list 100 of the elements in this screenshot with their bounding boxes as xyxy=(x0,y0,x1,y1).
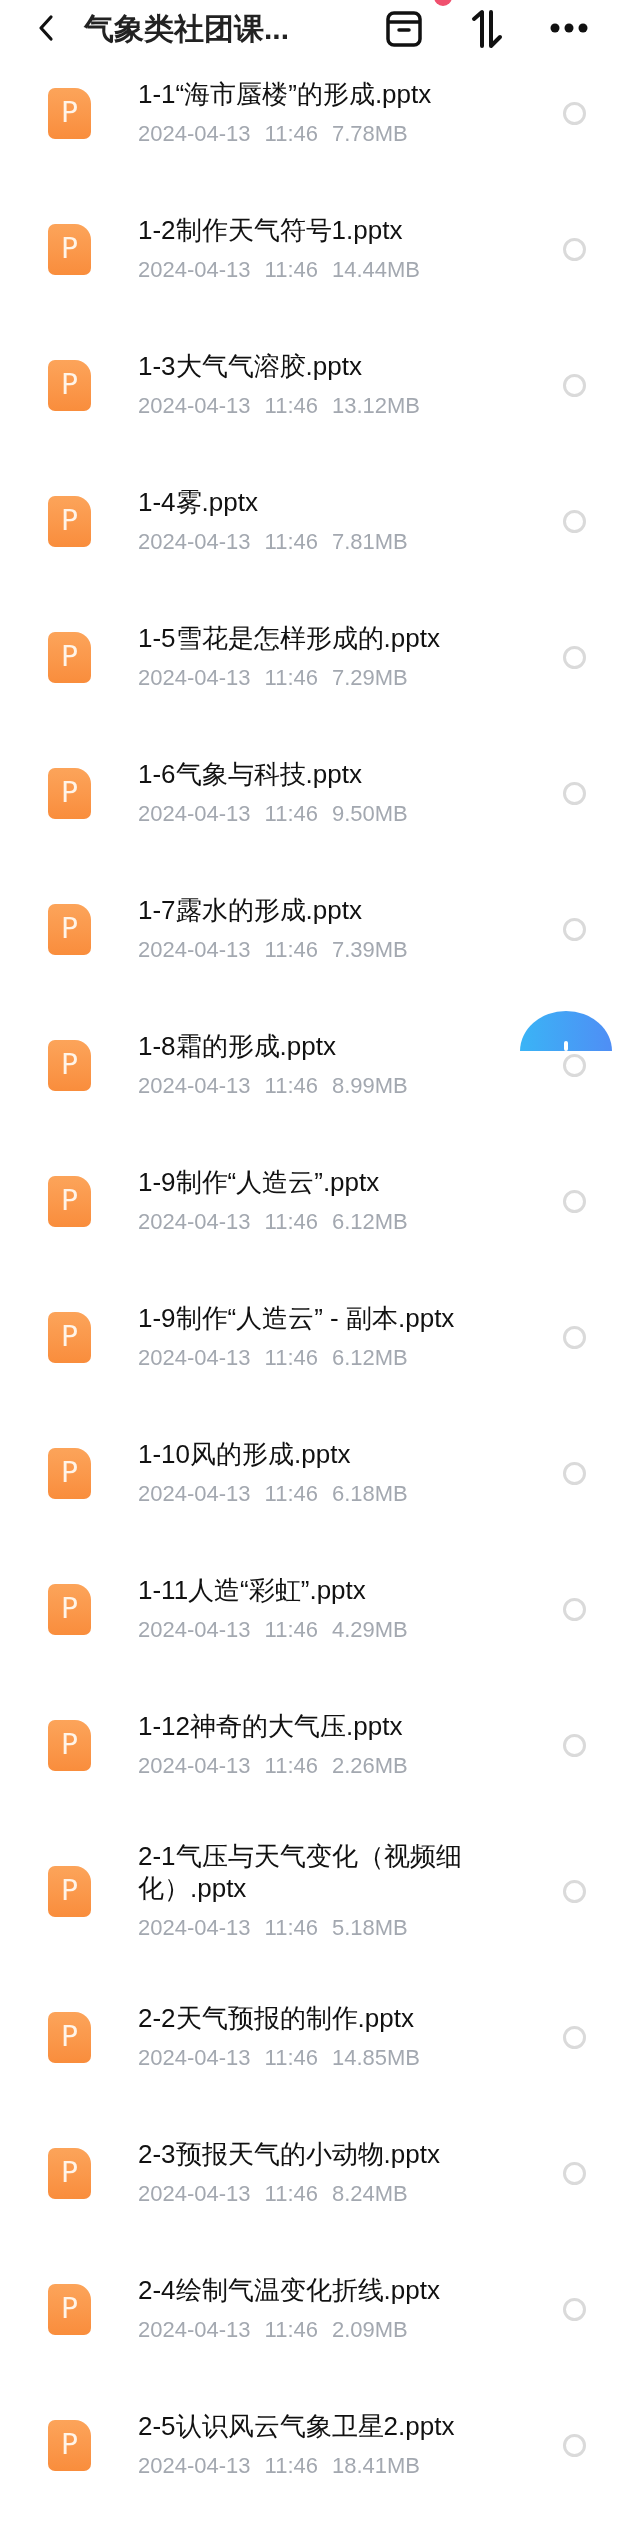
file-time: 11:46 xyxy=(264,800,318,828)
file-size: 7.78MB xyxy=(331,120,408,148)
select-radio[interactable] xyxy=(563,1733,586,1757)
file-time: 11:46 xyxy=(264,2044,318,2072)
file-time: 11:46 xyxy=(264,120,318,148)
file-time: 11:46 xyxy=(264,1616,318,1644)
archive-icon[interactable] xyxy=(385,10,423,48)
select-radio[interactable] xyxy=(563,1325,586,1349)
file-name: 1-12神奇的大气压.pptx xyxy=(138,1710,404,1742)
file-date: 2024-04-13 xyxy=(138,1616,251,1644)
file-size: 6.12MB xyxy=(331,1208,408,1236)
file-size: 2.26MB xyxy=(331,1752,408,1780)
select-radio[interactable] xyxy=(563,509,586,533)
select-radio[interactable] xyxy=(563,2433,586,2457)
file-time: 11:46 xyxy=(264,528,318,556)
more-icon[interactable] xyxy=(550,23,588,33)
pptx-file-icon: P xyxy=(48,2283,91,2335)
add-button[interactable] xyxy=(520,1011,612,1051)
file-row[interactable]: P 1-9制作“人造云”.pptx 2024-04-13 11:46 6.12MB xyxy=(0,1133,640,1269)
file-row[interactable]: P 1-2制作天气符号1.pptx 2024-04-13 11:46 14.44MB xyxy=(0,181,640,317)
pptx-file-icon: P xyxy=(48,1583,91,1635)
file-date: 2024-04-13 xyxy=(138,1072,251,1100)
pptx-file-icon: P xyxy=(48,2011,91,2063)
file-size: 7.81MB xyxy=(331,528,408,556)
file-time: 11:46 xyxy=(264,1344,318,1372)
file-name: 1-9制作“人造云”.pptx xyxy=(138,1166,381,1198)
file-row[interactable]: P 1-5雪花是怎样形成的.pptx 2024-04-13 11:46 7.29MB xyxy=(0,589,640,725)
file-size: 2.09MB xyxy=(331,2316,408,2344)
select-radio[interactable] xyxy=(563,2297,586,2321)
file-time: 11:46 xyxy=(264,1480,318,1508)
file-size: 13.12MB xyxy=(331,392,421,420)
file-date: 2024-04-13 xyxy=(138,800,251,828)
file-time: 11:46 xyxy=(264,256,318,284)
file-time: 11:46 xyxy=(264,664,318,692)
file-row[interactable]: P 1-3大气气溶胶.pptx 2024-04-13 11:46 13.12MB xyxy=(0,317,640,453)
file-name: 1-10风的形成.pptx xyxy=(138,1438,352,1470)
file-name: 1-11人造“彩虹”.pptx xyxy=(138,1574,367,1606)
file-row[interactable]: P 1-7露水的形成.pptx 2024-04-13 11:46 7.39MB xyxy=(0,861,640,997)
file-name: 2-3预报天气的小动物.pptx xyxy=(138,2138,441,2170)
select-radio[interactable] xyxy=(563,2161,586,2185)
file-row[interactable]: P 1-6气象与科技.pptx 2024-04-13 11:46 9.50MB xyxy=(0,725,640,861)
file-size: 14.85MB xyxy=(331,2044,421,2072)
file-size: 6.12MB xyxy=(331,1344,408,1372)
file-date: 2024-04-13 xyxy=(138,1914,251,1942)
select-radio[interactable] xyxy=(563,645,586,669)
file-size: 7.29MB xyxy=(331,664,408,692)
file-size: 8.99MB xyxy=(331,1072,408,1100)
back-icon[interactable] xyxy=(38,14,54,42)
file-row[interactable]: P 1-10风的形成.pptx 2024-04-13 11:46 6.18MB xyxy=(0,1405,640,1541)
sort-icon[interactable] xyxy=(470,9,504,49)
pptx-file-icon: P xyxy=(48,631,91,683)
select-radio[interactable] xyxy=(563,781,586,805)
file-name: 1-2制作天气符号1.pptx xyxy=(138,214,404,246)
select-radio[interactable] xyxy=(563,1597,586,1621)
pptx-file-icon: P xyxy=(48,87,91,139)
file-date: 2024-04-13 xyxy=(138,256,251,284)
file-row[interactable]: P 1-9制作“人造云” - 副本.pptx 2024-04-13 11:46 6.12MB xyxy=(0,1269,640,1405)
file-name: 1-1“海市蜃楼”的形成.pptx xyxy=(138,78,433,110)
file-row[interactable]: P 2-1气压与天气变化（视频细化）.pptx 2024-04-13 11:46 5.18MB xyxy=(0,1813,640,1969)
file-row[interactable]: P 2-4绘制气温变化折线.pptx 2024-04-13 11:46 2.09MB xyxy=(0,2241,640,2377)
file-date: 2024-04-13 xyxy=(138,664,251,692)
select-radio[interactable] xyxy=(563,2025,586,2049)
file-size: 4.29MB xyxy=(331,1616,408,1644)
file-row[interactable]: P 2-5认识风云气象卫星2.pptx 2024-04-13 11:46 18.41MB xyxy=(0,2377,640,2513)
file-name: 1-6气象与科技.pptx xyxy=(138,758,363,790)
file-row[interactable]: P 1-11人造“彩虹”.pptx 2024-04-13 11:46 4.29MB xyxy=(0,1541,640,1677)
file-row[interactable]: P 1-4雾.pptx 2024-04-13 11:46 7.81MB xyxy=(0,453,640,589)
select-radio[interactable] xyxy=(563,237,586,261)
file-date: 2024-04-13 xyxy=(138,1344,251,1372)
file-size: 8.24MB xyxy=(331,2180,408,2208)
file-name: 2-2天气预报的制作.pptx xyxy=(138,2002,415,2034)
file-date: 2024-04-13 xyxy=(138,120,251,148)
file-time: 11:46 xyxy=(264,2180,318,2208)
select-radio[interactable] xyxy=(563,917,586,941)
file-size: 18.41MB xyxy=(331,2452,421,2480)
pptx-file-icon: P xyxy=(48,1039,91,1091)
pptx-file-icon: P xyxy=(48,2419,91,2471)
file-name: 2-5认识风云气象卫星2.pptx xyxy=(138,2410,456,2442)
pptx-file-icon: P xyxy=(48,359,91,411)
pptx-file-icon: P xyxy=(48,1175,91,1227)
file-row[interactable]: P 2-3预报天气的小动物.pptx 2024-04-13 11:46 8.24MB xyxy=(0,2105,640,2241)
file-row[interactable]: P 1-12神奇的大气压.pptx 2024-04-13 11:46 2.26MB xyxy=(0,1677,640,1813)
file-size: 7.39MB xyxy=(331,936,408,964)
select-radio[interactable] xyxy=(563,1461,586,1485)
file-row[interactable]: P 2-2天气预报的制作.pptx 2024-04-13 11:46 14.85MB xyxy=(0,1969,640,2105)
select-radio[interactable] xyxy=(563,1189,586,1213)
file-date: 2024-04-13 xyxy=(138,936,251,964)
file-row[interactable]: P 1-1“海市蜃楼”的形成.pptx 2024-04-13 11:46 7.78MB xyxy=(0,56,640,181)
file-date: 2024-04-13 xyxy=(138,1752,251,1780)
select-radio[interactable] xyxy=(563,1879,586,1903)
select-radio[interactable] xyxy=(563,373,586,397)
file-time: 11:46 xyxy=(264,936,318,964)
select-radio[interactable] xyxy=(563,101,586,125)
file-date: 2024-04-13 xyxy=(138,1208,251,1236)
file-date: 2024-04-13 xyxy=(138,2316,251,2344)
file-name: 1-4雾.pptx xyxy=(138,486,259,518)
file-time: 11:46 xyxy=(264,1072,318,1100)
pptx-file-icon: P xyxy=(48,495,91,547)
file-name: 1-8霜的形成.pptx xyxy=(138,1030,337,1062)
pptx-file-icon: P xyxy=(48,1311,91,1363)
